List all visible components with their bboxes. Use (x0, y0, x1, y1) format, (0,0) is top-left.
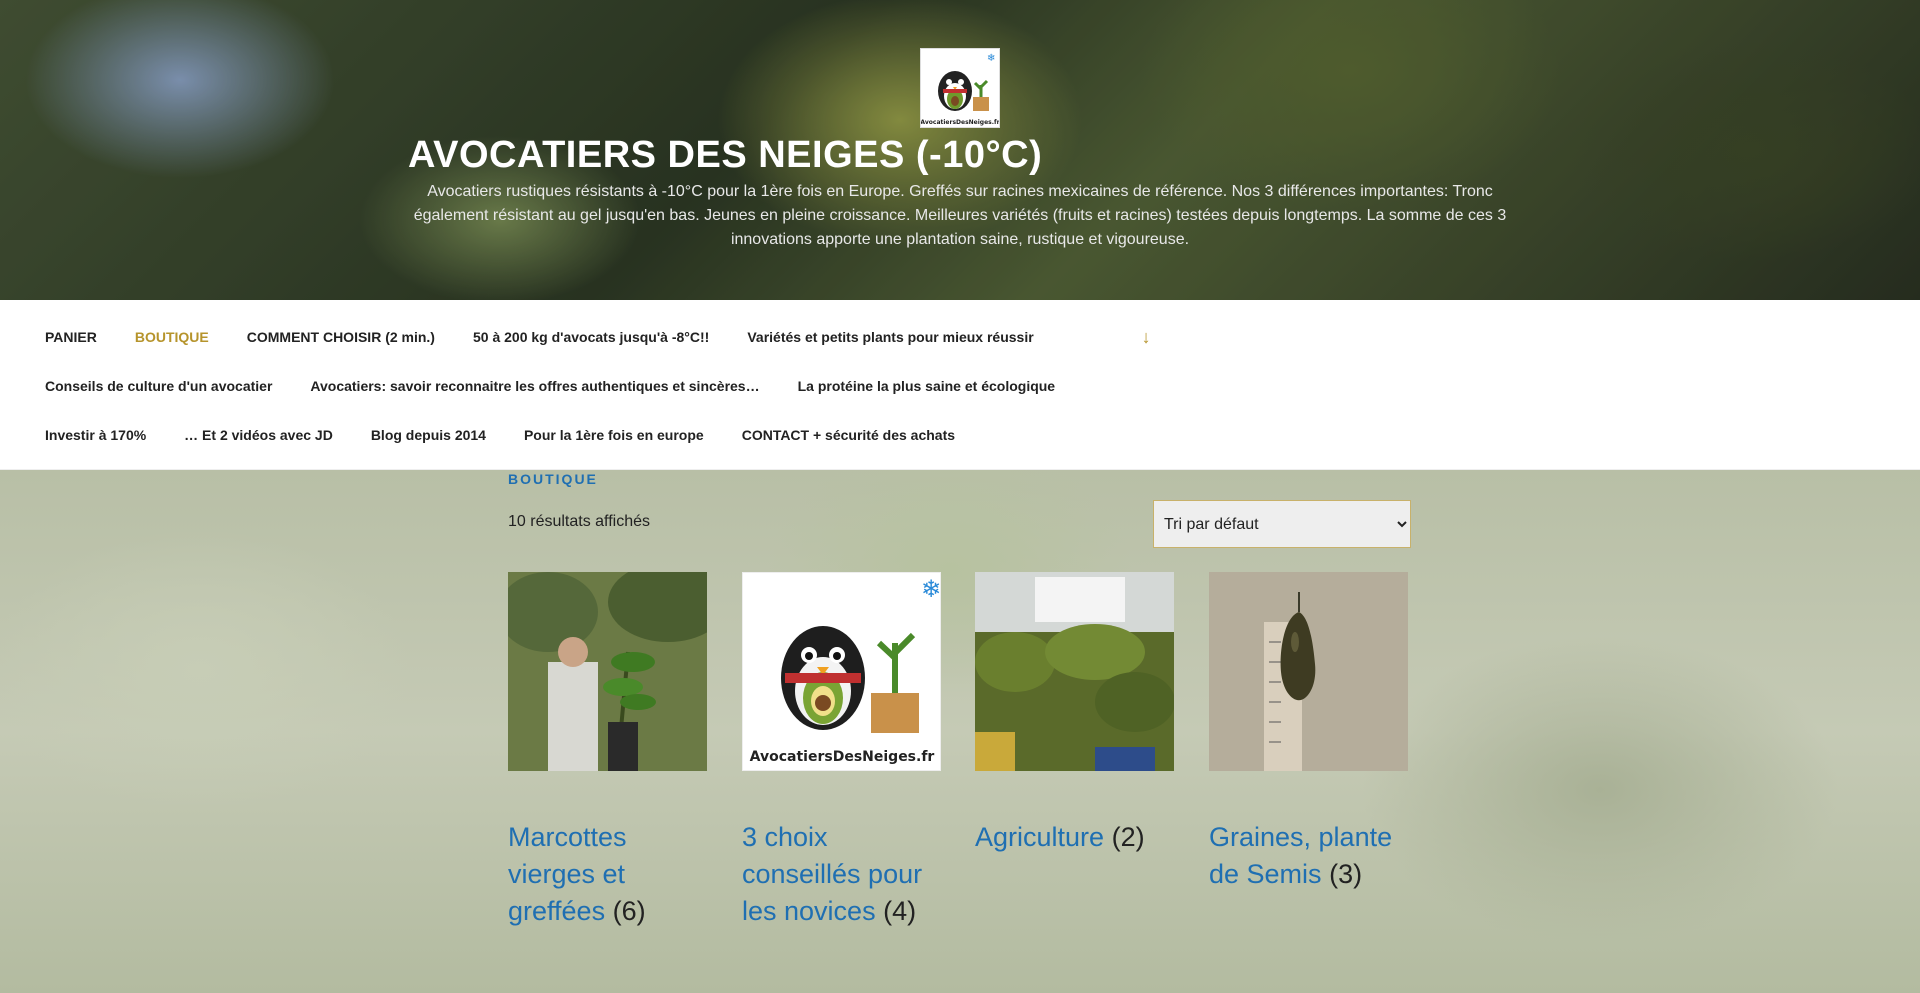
nav-item-blog[interactable]: Blog depuis 2014 (371, 424, 486, 446)
svg-text:❄: ❄ (987, 53, 995, 64)
nav-item-boutique[interactable]: BOUTIQUE (135, 326, 209, 348)
category-count: (6) (612, 896, 646, 926)
nav-item-panier[interactable]: PANIER (45, 326, 97, 348)
category-name[interactable]: Agriculture (975, 822, 1104, 852)
nav-item-varietes[interactable]: Variétés et petits plants pour mieux réu… (747, 326, 1033, 348)
category-image-man-holding-plant[interactable] (508, 572, 707, 771)
sort-select[interactable]: Tri par défaut (1153, 500, 1411, 548)
category-image-nursery-plants[interactable] (975, 572, 1174, 771)
result-count: 10 résultats affichés (508, 513, 651, 530)
penguin-avocado-logo-icon: ❄ AvocatiersDesNeiges.fr (921, 49, 999, 127)
category-count: (2) (1111, 822, 1145, 852)
main-navigation: PANIER BOUTIQUE COMMENT CHOISIR (2 min.)… (0, 300, 1920, 470)
page-title: BOUTIQUE (508, 471, 598, 487)
category-card[interactable]: Marcottes vierges et greffées (6) (508, 572, 707, 930)
nav-item-investir[interactable]: Investir à 170% (45, 424, 146, 446)
arrow-down-icon[interactable]: ↓ (1142, 326, 1151, 348)
nav-item-offres[interactable]: Avocatiers: savoir reconnaitre les offre… (310, 375, 759, 397)
category-image-penguin-avocado-logo[interactable]: ❄ AvocatiersDesNeiges.fr (742, 572, 941, 771)
site-title[interactable]: AVOCATIERS DES NEIGES (-10°C) (408, 134, 1042, 177)
svg-text:AvocatiersDesNeiges.fr: AvocatiersDesNeiges.fr (750, 749, 935, 765)
nav-item-avocats-kg[interactable]: 50 à 200 kg d'avocats jusqu'à -8°C!! (473, 326, 709, 348)
svg-text:AvocatiersDesNeiges.fr: AvocatiersDesNeiges.fr (921, 119, 999, 126)
nav-item-premiere-fois[interactable]: Pour la 1ère fois en europe (524, 424, 704, 446)
nav-item-proteine[interactable]: La protéine la plus saine et écologique (798, 375, 1056, 397)
category-card[interactable]: Graines, plante de Semis (3) (1209, 572, 1408, 893)
svg-text:❄: ❄ (921, 575, 941, 603)
category-count: (4) (883, 896, 917, 926)
category-card[interactable]: Agriculture (2) (975, 572, 1174, 856)
nav-row-2: Conseils de culture d'un avocatier Avoca… (45, 375, 1093, 397)
category-name[interactable]: Marcottes vierges et greffées (508, 822, 627, 926)
nav-row-1: PANIER BOUTIQUE COMMENT CHOISIR (2 min.)… (45, 326, 1151, 348)
nav-item-comment-choisir[interactable]: COMMENT CHOISIR (2 min.) (247, 326, 435, 348)
nav-row-3: Investir à 170% … Et 2 vidéos avec JD Bl… (45, 424, 993, 446)
site-logo[interactable]: ❄ AvocatiersDesNeiges.fr (920, 48, 1000, 128)
category-image-avocado-with-ruler[interactable] (1209, 572, 1408, 771)
product-category-grid: Marcottes vierges et greffées (6) ❄ Avoc… (508, 572, 1412, 972)
site-description: Avocatiers rustiques résistants à -10°C … (413, 183, 1507, 248)
category-name[interactable]: Graines, plante de Semis (1209, 822, 1392, 889)
nav-item-conseils[interactable]: Conseils de culture d'un avocatier (45, 375, 272, 397)
nav-item-videos[interactable]: … Et 2 vidéos avec JD (184, 424, 333, 446)
category-card[interactable]: ❄ AvocatiersDesNeiges.fr 3 choix conseil… (742, 572, 941, 930)
nav-item-contact[interactable]: CONTACT + sécurité des achats (742, 424, 955, 446)
category-count: (3) (1329, 859, 1363, 889)
